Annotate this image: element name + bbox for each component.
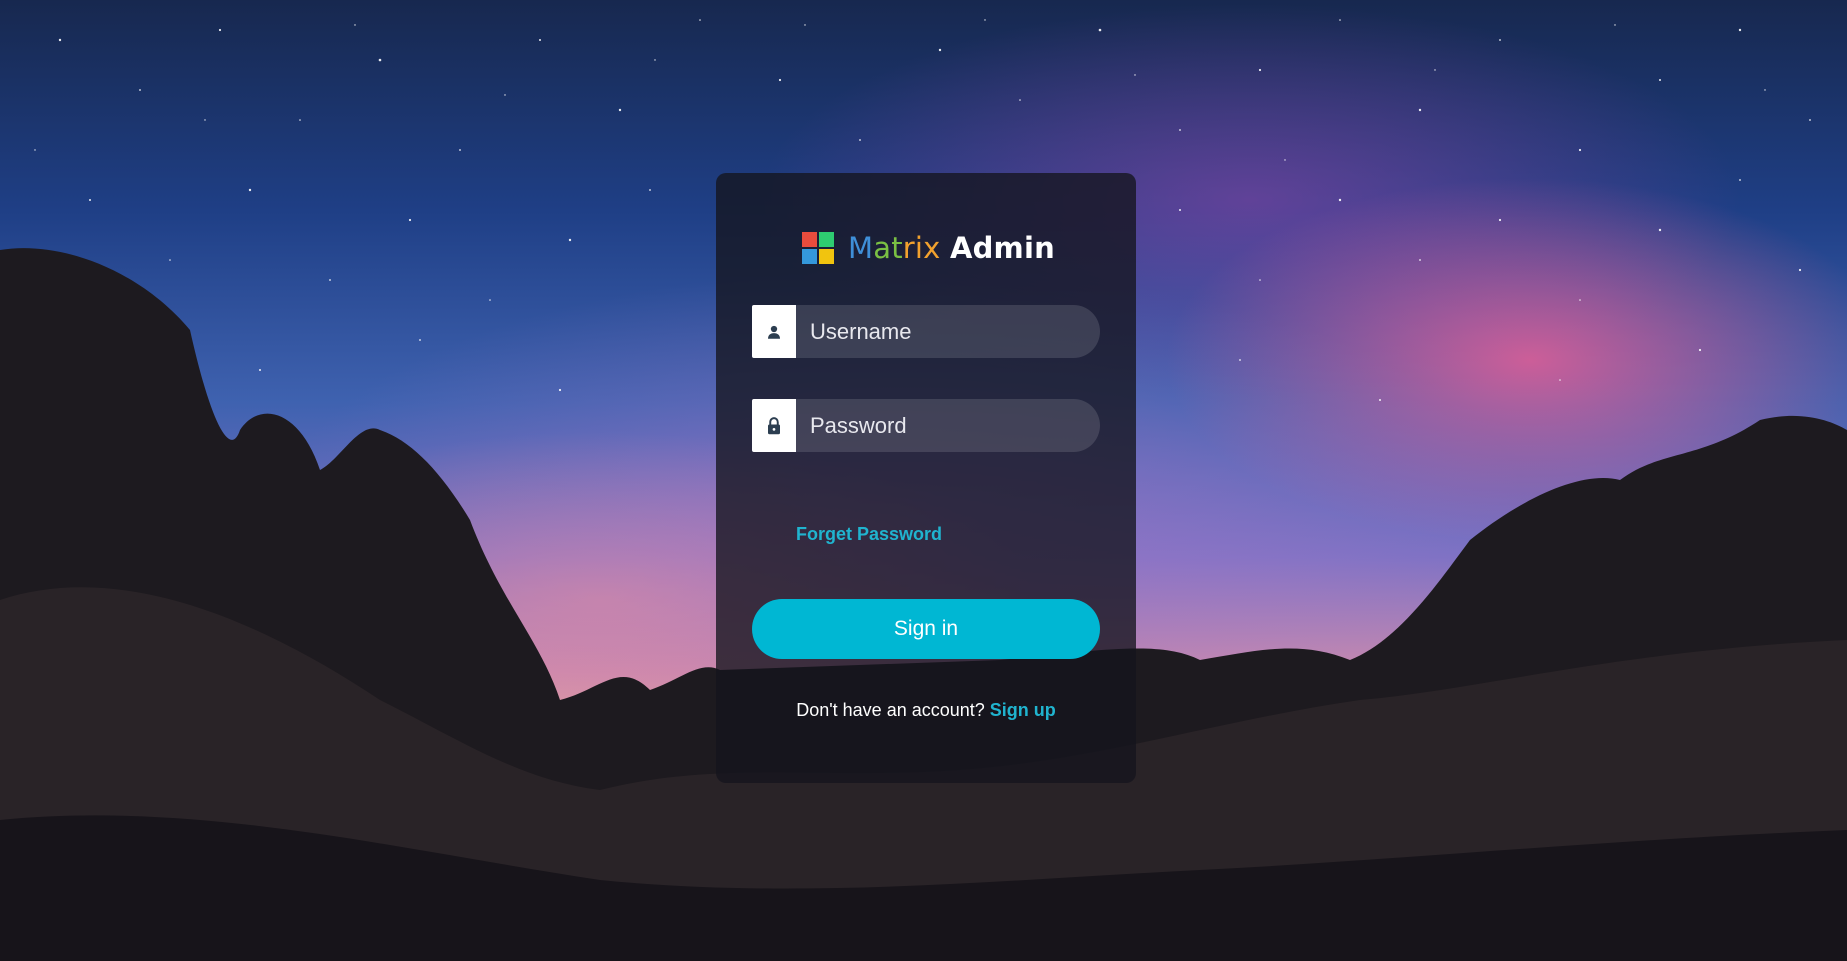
brand-logo: Matrix Admin (802, 231, 1055, 265)
username-input[interactable] (796, 305, 1100, 358)
forget-password-link[interactable]: Forget Password (796, 524, 942, 545)
password-input[interactable] (796, 399, 1100, 452)
lock-icon (752, 399, 796, 452)
sign-up-link[interactable]: Sign up (990, 700, 1056, 720)
brand-name: Matrix Admin (848, 231, 1055, 265)
username-field (752, 305, 1100, 358)
login-card: Matrix Admin Forget Password Sign in Don… (716, 173, 1136, 783)
sign-in-button[interactable]: Sign in (752, 599, 1100, 659)
password-field (752, 399, 1100, 452)
user-icon (752, 305, 796, 358)
signup-prompt-text: Don't have an account? (796, 700, 985, 720)
signup-prompt: Don't have an account? Sign up (716, 700, 1136, 721)
windows-grid-icon (802, 232, 834, 264)
